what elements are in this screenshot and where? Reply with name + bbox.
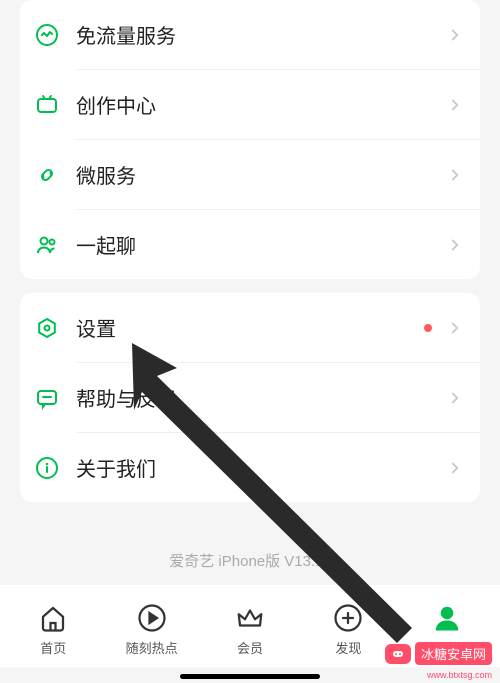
gear-icon <box>34 315 60 341</box>
tab-label: 首页 <box>40 638 66 657</box>
tab-home[interactable]: 首页 <box>4 602 102 657</box>
list-item-label: 免流量服务 <box>76 20 446 49</box>
watermark-icon <box>385 644 411 664</box>
tab-vip[interactable]: 会员 <box>201 602 299 657</box>
list-item-about-us[interactable]: 关于我们 <box>20 433 480 502</box>
list-item-label: 一起聊 <box>76 230 446 259</box>
wave-icon <box>34 22 60 48</box>
settings-list-card-1: 免流量服务 创作中心 微服务 <box>20 0 480 279</box>
chevron-right-icon <box>446 166 464 184</box>
crown-icon <box>234 602 266 634</box>
home-indicator <box>180 674 320 679</box>
list-item-creator-center[interactable]: 创作中心 <box>20 70 480 139</box>
version-text: 爱奇艺 iPhone版 V13.11 <box>0 550 500 571</box>
list-item-label: 帮助与反馈 <box>76 383 446 412</box>
tab-label: 随刻热点 <box>126 638 178 657</box>
info-icon <box>34 455 60 481</box>
list-item-label: 创作中心 <box>76 90 446 119</box>
list-item-label: 微服务 <box>76 160 446 189</box>
people-icon <box>34 232 60 258</box>
list-item-free-data[interactable]: 免流量服务 <box>20 0 480 69</box>
list-item-help-feedback[interactable]: 帮助与反馈 <box>20 363 480 432</box>
list-item-micro-service[interactable]: 微服务 <box>20 140 480 209</box>
watermark-url: www.btxtsg.com <box>427 670 492 680</box>
list-item-settings[interactable]: 设置 <box>20 293 480 362</box>
watermark: 冰糖安卓网 www.btxtsg.com <box>385 642 492 665</box>
chat-icon <box>34 385 60 411</box>
tab-hot[interactable]: 随刻热点 <box>102 602 200 657</box>
plus-circle-icon <box>332 602 364 634</box>
play-circle-icon <box>136 602 168 634</box>
video-icon <box>34 92 60 118</box>
home-icon <box>37 602 69 634</box>
person-icon <box>431 602 463 634</box>
notification-dot-icon <box>424 324 432 332</box>
watermark-text: 冰糖安卓网 <box>415 642 492 665</box>
list-item-chat-together[interactable]: 一起聊 <box>20 210 480 279</box>
tab-discover[interactable]: 发现 <box>299 602 397 657</box>
chevron-right-icon <box>446 236 464 254</box>
chevron-right-icon <box>446 459 464 477</box>
tab-label: 会员 <box>237 638 263 657</box>
list-item-label: 关于我们 <box>76 453 446 482</box>
chevron-right-icon <box>446 96 464 114</box>
settings-list-card-2: 设置 帮助与反馈 关于我们 <box>20 293 480 502</box>
chevron-right-icon <box>446 26 464 44</box>
list-item-label: 设置 <box>76 313 424 342</box>
link-icon <box>34 162 60 188</box>
chevron-right-icon <box>446 389 464 407</box>
tab-label: 发现 <box>335 638 361 657</box>
chevron-right-icon <box>446 319 464 337</box>
